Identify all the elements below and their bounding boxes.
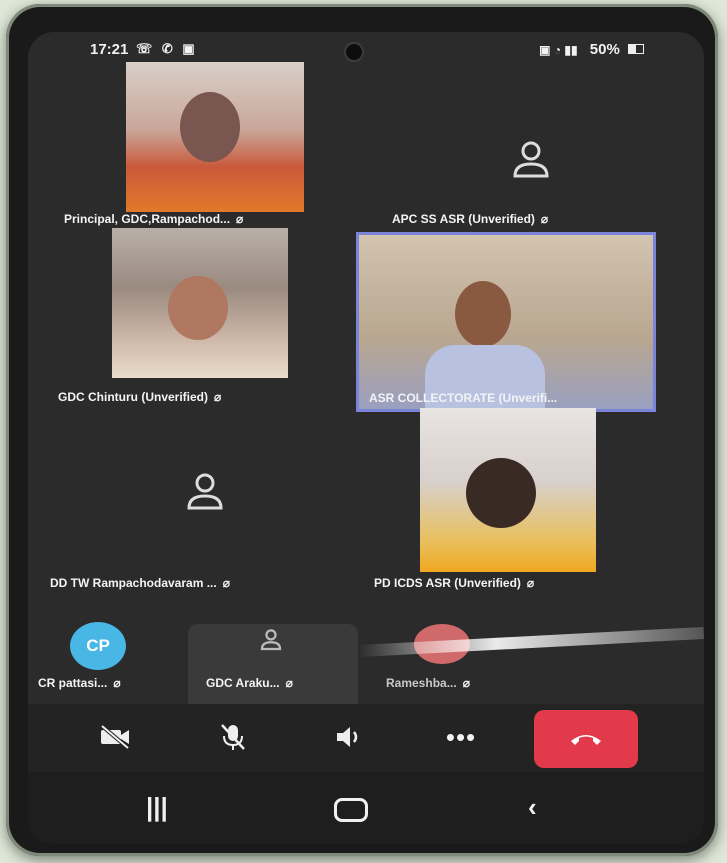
person-placeholder-icon bbox=[187, 473, 223, 510]
person-silhouette bbox=[180, 92, 240, 162]
mic-off-icon: ⌀ bbox=[113, 676, 121, 690]
mic-off-icon: ⌀ bbox=[285, 676, 293, 690]
notification-icons: ☏ ✆ ▣ bbox=[136, 41, 198, 56]
phone-screen: 17:21 ☏ ✆ ▣ ▣ ◔ ▮▮ 50% Principal, GDC,Ra… bbox=[28, 32, 704, 844]
participant-tile-cr[interactable]: CP CR pattasi... ⌀ bbox=[38, 622, 188, 704]
participant-tile-chinturu[interactable]: GDC Chinturu (Unverified) ⌀ bbox=[48, 228, 368, 414]
person-placeholder-icon bbox=[260, 629, 282, 651]
participant-name: GDC Araku... ⌀ bbox=[206, 676, 293, 690]
participant-name: Rameshba... ⌀ bbox=[386, 676, 470, 690]
home-icon[interactable] bbox=[334, 798, 368, 822]
participant-tile-pdicds[interactable]: PD ICDS ASR (Unverified) ⌀ bbox=[370, 408, 690, 606]
person-silhouette bbox=[466, 458, 536, 528]
call-controls: ••• bbox=[28, 704, 704, 772]
more-icon: ••• bbox=[445, 721, 477, 752]
mic-off-icon: ⌀ bbox=[462, 676, 470, 690]
participant-tile-principal[interactable]: Principal, GDC,Rampachod... ⌀ bbox=[48, 62, 368, 230]
person-silhouette bbox=[455, 281, 511, 347]
hang-up-icon bbox=[571, 735, 601, 745]
mic-off-icon: ⌀ bbox=[214, 390, 222, 404]
mic-off-icon: ⌀ bbox=[540, 212, 549, 226]
battery-level: 50% bbox=[589, 41, 620, 58]
mic-off-icon: ⌀ bbox=[222, 576, 230, 590]
participant-name: Principal, GDC,Rampachod... ⌀ bbox=[64, 212, 244, 226]
participant-video bbox=[359, 235, 653, 409]
avatar-cp: CP bbox=[70, 622, 126, 670]
participant-name: ASR COLLECTORATE (Unverifi... bbox=[369, 391, 558, 405]
status-bar: 17:21 ☏ ✆ ▣ ▣ ◔ ▮▮ 50% bbox=[28, 32, 704, 66]
recent-apps-icon[interactable]: ||| bbox=[146, 792, 168, 823]
participant-name: CR pattasi... ⌀ bbox=[38, 676, 121, 690]
system-nav-bar: ||| ‹ bbox=[28, 772, 704, 844]
status-time: 17:21 bbox=[90, 41, 129, 58]
participant-name: DD TW Rampachodavaram ... ⌀ bbox=[50, 576, 230, 590]
participant-video bbox=[126, 62, 304, 212]
participant-tile-ramesh[interactable]: Rameshba... ⌀ bbox=[368, 622, 528, 704]
network-icons: ▣ ◔ ▮▮ bbox=[539, 43, 578, 57]
speaker-button[interactable] bbox=[322, 714, 376, 760]
status-right: ▣ ◔ ▮▮ 50% bbox=[539, 41, 644, 58]
participant-name: APC SS ASR (Unverified) ⌀ bbox=[392, 212, 549, 226]
front-camera bbox=[344, 42, 364, 62]
participant-video bbox=[112, 228, 288, 378]
mic-off-icon: ⌀ bbox=[236, 212, 244, 226]
mic-off-icon: ⌀ bbox=[526, 576, 535, 590]
camera-off-button[interactable] bbox=[88, 714, 142, 760]
person-silhouette bbox=[168, 276, 228, 340]
speaker-icon bbox=[337, 727, 358, 747]
participant-name: PD ICDS ASR (Unverified) ⌀ bbox=[374, 576, 535, 590]
participant-tile-ddtw[interactable]: DD TW Rampachodavaram ... ⌀ bbox=[48, 416, 368, 606]
participant-tile-araku[interactable]: GDC Araku... ⌀ bbox=[188, 624, 358, 704]
battery-icon bbox=[628, 44, 644, 54]
back-icon[interactable]: ‹ bbox=[528, 792, 537, 823]
mic-off-icon bbox=[221, 724, 245, 750]
phone-frame: 17:21 ☏ ✆ ▣ ▣ ◔ ▮▮ 50% Principal, GDC,Ra… bbox=[6, 4, 718, 856]
mute-button[interactable] bbox=[206, 714, 260, 760]
participant-name: GDC Chinturu (Unverified) ⌀ bbox=[58, 390, 222, 404]
video-off-icon bbox=[100, 724, 130, 750]
participant-tile-collectorate[interactable]: ASR COLLECTORATE (Unverifi... bbox=[356, 232, 656, 412]
person-placeholder-icon bbox=[513, 141, 549, 178]
participant-tile-apc[interactable]: APC SS ASR (Unverified) ⌀ bbox=[370, 62, 690, 230]
end-call-button[interactable] bbox=[534, 710, 638, 768]
more-options-button[interactable]: ••• bbox=[434, 714, 488, 760]
participant-video bbox=[420, 408, 596, 572]
